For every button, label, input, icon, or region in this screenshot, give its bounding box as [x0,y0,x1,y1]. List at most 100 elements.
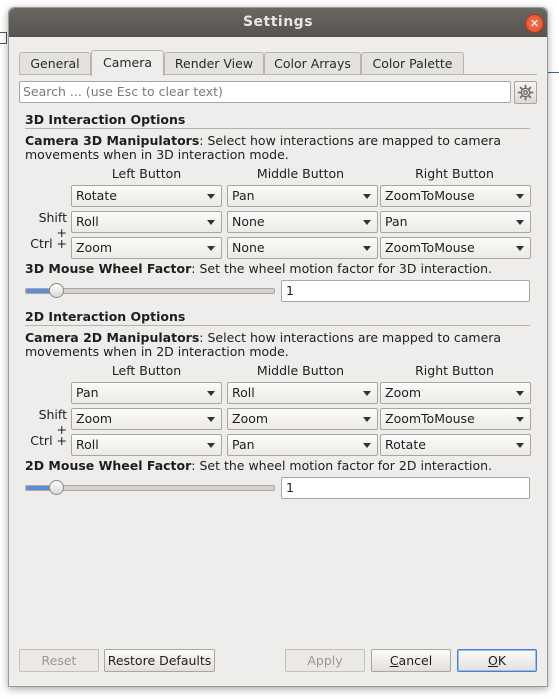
chevron-down-icon [516,417,524,422]
tab-color-palette[interactable]: Color Palette [361,52,464,75]
chevron-down-icon [516,443,524,448]
col-header-left-3d: Left Button [111,166,182,181]
combo-value: Roll [232,385,255,400]
tab-general[interactable]: General [19,52,91,75]
col-header-left-2d: Left Button [111,363,182,378]
combo-value: Pan [232,437,255,452]
combo-value: Pan [76,385,99,400]
combo-2d-ctrl-middle[interactable]: Pan [227,434,378,456]
combo-3d-ctrl-middle[interactable]: None [227,237,378,259]
combo-3d-shift-right[interactable]: Pan [380,211,531,233]
col-header-right-2d: Right Button [415,363,494,378]
slider-handle[interactable] [48,283,64,298]
combo-3d-middle[interactable]: Pan [227,185,378,207]
chevron-down-icon [363,417,371,422]
chevron-down-icon [516,391,524,396]
input-value: 1 [286,283,294,298]
wheel-factor-2d-description: 2D Mouse Wheel Factor: Set the wheel mot… [25,459,525,473]
combo-value: ZoomToMouse [385,240,475,255]
wheel-factor-3d-input[interactable]: 1 [281,280,530,302]
title-bar[interactable]: Settings ✕ [9,8,547,37]
combo-2d-shift-right[interactable]: ZoomToMouse [380,408,531,430]
combo-value: Zoom [385,385,422,400]
col-header-middle-2d: Middle Button [256,363,345,378]
chevron-down-icon [363,443,371,448]
ok-mnemonic: O [487,653,498,668]
cancel-mnemonic: C [389,653,399,668]
combo-3d-ctrl-left[interactable]: Zoom [71,237,222,259]
combo-value: Zoom [76,240,113,255]
chevron-down-icon [207,391,215,396]
combo-value: Zoom [76,411,113,426]
tab-camera[interactable]: Camera [91,50,164,76]
row-label-ctrl-3d: Ctrl + [30,236,67,251]
combo-2d-left[interactable]: Pan [71,382,222,404]
close-icon[interactable]: ✕ [525,14,544,33]
wheel-factor-2d-input[interactable]: 1 [281,477,530,499]
section-2d-title: 2D Interaction Options [25,309,186,324]
wheel-factor-2d-slider[interactable] [25,480,275,495]
chevron-down-icon [363,391,371,396]
col-header-right-3d: Right Button [415,166,494,181]
ok-button[interactable]: OK [457,649,537,672]
col-header-middle-3d: Middle Button [256,166,345,181]
camera-2d-manipulators-description: Camera 2D Manipulators: Select how inter… [25,331,525,359]
tab-color-arrays[interactable]: Color Arrays [264,52,361,75]
restore-defaults-button[interactable]: Restore Defaults [104,649,215,672]
chevron-down-icon [207,194,215,199]
input-value: 1 [286,480,294,495]
row-label-ctrl-2d: Ctrl + [30,433,67,448]
wheel-factor-3d-text: : Set the wheel motion factor for 3D int… [191,261,493,276]
chevron-down-icon [363,246,371,251]
camera-2d-manipulators-label: Camera 2D Manipulators [25,330,200,345]
combo-3d-right[interactable]: ZoomToMouse [380,185,531,207]
reset-button[interactable]: Reset [19,649,99,672]
wheel-factor-2d-label: 2D Mouse Wheel Factor [25,458,192,473]
combo-value: Roll [76,437,99,452]
search-box[interactable] [19,81,511,103]
combo-2d-middle[interactable]: Roll [227,382,378,404]
wheel-factor-3d-slider[interactable] [25,283,275,298]
advanced-settings-button[interactable] [514,81,537,104]
combo-value: None [232,240,265,255]
chevron-down-icon [207,417,215,422]
wheel-factor-3d-label: 3D Mouse Wheel Factor [25,261,192,276]
combo-3d-shift-left[interactable]: Roll [71,211,222,233]
settings-dialog: Settings ✕ General Camera Render View Co… [8,7,548,687]
cancel-button[interactable]: Cancel [371,649,451,672]
gear-icon [517,84,534,101]
apply-button[interactable]: Apply [285,649,365,672]
combo-2d-right[interactable]: Zoom [380,382,531,404]
chevron-down-icon [516,194,524,199]
cancel-label: ancel [398,653,433,668]
chevron-down-icon [516,220,524,225]
combo-value: Rotate [385,437,426,452]
combo-2d-ctrl-right[interactable]: Rotate [380,434,531,456]
section-2d-divider [25,325,530,326]
combo-3d-ctrl-right[interactable]: ZoomToMouse [380,237,531,259]
wheel-factor-2d-text: : Set the wheel motion factor for 2D int… [191,458,493,473]
tab-render-view[interactable]: Render View [164,52,264,75]
combo-2d-shift-left[interactable]: Zoom [71,408,222,430]
chevron-down-icon [363,220,371,225]
chevron-down-icon [207,246,215,251]
chevron-down-icon [363,194,371,199]
window-title: Settings [242,14,314,30]
slider-handle[interactable] [48,480,64,495]
combo-value: Rotate [76,188,117,203]
combo-value: ZoomToMouse [385,188,475,203]
combo-2d-shift-middle[interactable]: Zoom [227,408,378,430]
combo-3d-left[interactable]: Rotate [71,185,222,207]
background-window-edge [0,32,7,44]
combo-2d-ctrl-left[interactable]: Roll [71,434,222,456]
combo-value: Pan [232,188,255,203]
combo-value: ZoomToMouse [385,411,475,426]
camera-3d-manipulators-description: Camera 3D Manipulators: Select how inter… [25,134,525,162]
section-3d-divider [25,128,530,129]
camera-3d-manipulators-label: Camera 3D Manipulators [25,133,200,148]
search-input[interactable] [20,82,505,100]
ok-label: K [497,653,507,668]
section-3d-title: 3D Interaction Options [25,112,186,127]
combo-3d-shift-middle[interactable]: None [227,211,378,233]
chevron-down-icon [516,246,524,251]
